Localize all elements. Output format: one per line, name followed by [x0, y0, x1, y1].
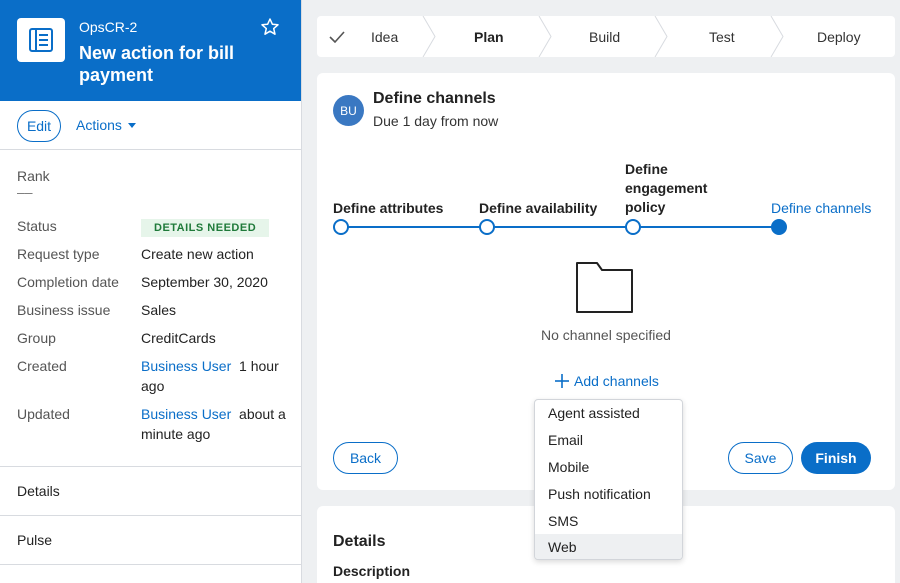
case-summary-panel: OpsCR-2 New action for bill payment Edit…	[0, 0, 302, 583]
completion-date-value: September 30, 2020	[141, 274, 268, 290]
nav-pulse[interactable]: Pulse	[0, 516, 301, 565]
rank-value: ––	[17, 184, 33, 200]
actions-menu-button[interactable]: Actions	[76, 117, 136, 133]
task-title: Define channels	[373, 90, 496, 107]
stage-label: Idea	[371, 28, 399, 45]
updated-user-link[interactable]: Business User	[141, 406, 231, 422]
group-value: CreditCards	[141, 330, 216, 346]
empty-folder-icon	[576, 262, 633, 313]
finish-button[interactable]: Finish	[801, 442, 871, 474]
menu-item-push-notification[interactable]: Push notification	[535, 480, 682, 507]
avatar: BU	[333, 95, 364, 126]
status-label: Status	[17, 218, 57, 234]
created-value: Business User 1 hour ago	[141, 356, 291, 396]
caret-down-icon	[127, 122, 136, 128]
status-badge: DETAILS NEEDED	[141, 219, 270, 237]
stage-deploy[interactable]: Deploy	[817, 16, 861, 57]
case-id: OpsCR-2	[79, 19, 138, 35]
save-button[interactable]: Save	[728, 442, 793, 474]
menu-item-web[interactable]: Web	[535, 533, 682, 559]
menu-item-email[interactable]: Email	[535, 427, 682, 454]
completion-date-label: Completion date	[17, 274, 119, 290]
stage-test[interactable]: Test	[709, 16, 735, 57]
stage-label: Deploy	[817, 28, 861, 45]
edit-button[interactable]: Edit	[17, 110, 61, 142]
stage-label: Plan	[474, 28, 504, 45]
menu-item-mobile[interactable]: Mobile	[535, 454, 682, 481]
stage-plan[interactable]: Plan	[474, 16, 504, 57]
nav-pulse-label: Pulse	[17, 532, 53, 548]
stage-label: Build	[589, 28, 621, 45]
case-header: OpsCR-2 New action for bill payment	[0, 0, 301, 101]
step-progress-line	[341, 226, 781, 228]
details-heading: Details	[333, 533, 386, 550]
business-issue-label: Business issue	[17, 302, 111, 318]
step-label-channels: Define channels	[771, 200, 872, 216]
case-title: New action for bill payment	[79, 43, 235, 85]
actions-label: Actions	[76, 117, 122, 133]
updated-value: Business User about a minute ago	[141, 404, 291, 444]
request-type-value: Create new action	[141, 246, 254, 262]
stage-build[interactable]: Build	[589, 16, 620, 57]
plus-icon	[555, 374, 569, 388]
step-dot-engagement-policy[interactable]	[625, 219, 641, 235]
step-dot-availability[interactable]	[479, 219, 495, 235]
back-button[interactable]: Back	[333, 442, 398, 474]
created-label: Created	[17, 358, 67, 374]
channel-dropdown-menu: Agent assisted Email Mobile Push notific…	[534, 399, 683, 560]
menu-item-agent-assisted[interactable]: Agent assisted	[535, 400, 682, 427]
step-label-attributes: Define attributes	[333, 200, 444, 216]
task-due-date: Due 1 day from now	[373, 113, 499, 129]
check-icon	[329, 30, 345, 43]
nav-details-label: Details	[17, 483, 60, 499]
case-type-icon	[17, 18, 65, 62]
favorite-star-icon[interactable]	[260, 17, 280, 37]
add-channels-label: Add channels	[574, 373, 659, 389]
stage-idea[interactable]: Idea	[329, 16, 398, 57]
group-label: Group	[17, 330, 56, 346]
stage-label: Test	[709, 28, 735, 45]
step-dot-channels[interactable]	[771, 219, 787, 235]
business-issue-value: Sales	[141, 302, 177, 318]
description-label: Description	[333, 563, 411, 579]
menu-item-sms[interactable]: SMS	[535, 507, 682, 534]
rank-label: Rank	[17, 168, 50, 184]
case-fields: Rank –– Status DETAILS NEEDED Request ty…	[0, 150, 301, 467]
request-type-label: Request type	[17, 246, 100, 262]
add-channels-button[interactable]: Add channels	[555, 373, 659, 389]
step-label-engagement-policy: Define engagement policy	[625, 161, 708, 215]
step-dot-attributes[interactable]	[333, 219, 349, 235]
stage-bar: Idea Plan Build Test Deploy	[317, 16, 895, 57]
nav-details[interactable]: Details	[0, 467, 301, 516]
empty-state-message: No channel specified	[541, 327, 671, 343]
step-label-availability: Define availability	[479, 200, 598, 216]
created-user-link[interactable]: Business User	[141, 358, 231, 374]
case-action-bar: Edit Actions	[0, 101, 301, 150]
updated-label: Updated	[17, 406, 70, 422]
